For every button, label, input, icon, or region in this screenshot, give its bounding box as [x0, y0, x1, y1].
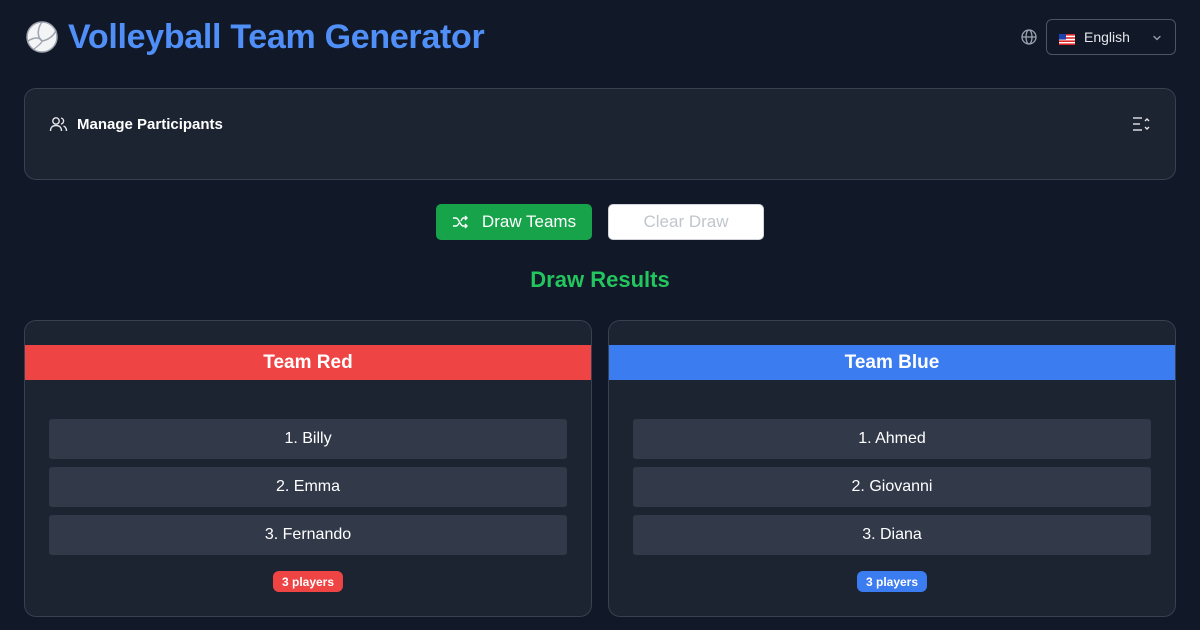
team-card-blue: Team Blue 1. Ahmed 2. Giovanni 3. Diana … [608, 320, 1176, 617]
team-card-red: Team Red 1. Billy 2. Emma 3. Fernando 3 … [24, 320, 592, 617]
player-row: 3. Diana [633, 515, 1151, 555]
participants-panel-header: Manage Participants [49, 113, 1151, 135]
player-row: 2. Emma [49, 467, 567, 507]
users-icon [49, 115, 68, 134]
draw-teams-label: Draw Teams [481, 212, 577, 231]
participants-panel: Manage Participants [24, 88, 1176, 180]
language-select[interactable]: English [1046, 19, 1176, 55]
chevron-down-icon [1151, 31, 1163, 43]
app-title: Volleyball Team Generator [68, 17, 485, 56]
us-flag-icon [1059, 32, 1075, 45]
list-sort-icon[interactable] [1131, 114, 1151, 134]
player-row: 1. Billy [49, 419, 567, 459]
team-name-banner: Team Red [25, 345, 591, 380]
draw-results-title: Draw Results [530, 267, 670, 292]
action-buttons: Draw Teams Clear Draw [0, 204, 1200, 240]
player-row: 1. Ahmed [633, 419, 1151, 459]
player-list: 1. Billy 2. Emma 3. Fernando [49, 419, 567, 563]
clear-draw-button[interactable]: Clear Draw [608, 204, 764, 240]
language-area: English [1020, 19, 1176, 55]
header: Volleyball Team Generator English [24, 14, 1176, 60]
clear-draw-label: Clear Draw [643, 212, 729, 231]
participants-toggle[interactable]: Manage Participants [49, 115, 223, 134]
player-list: 1. Ahmed 2. Giovanni 3. Diana [633, 419, 1151, 563]
title-wrap: Volleyball Team Generator [24, 17, 485, 57]
player-row: 2. Giovanni [633, 467, 1151, 507]
player-count-badge: 3 players [272, 571, 344, 592]
page: Volleyball Team Generator English Manage… [0, 0, 1200, 630]
shuffle-icon [452, 214, 468, 230]
player-row: 3. Fernando [49, 515, 567, 555]
draw-teams-button[interactable]: Draw Teams [436, 204, 592, 240]
volleyball-icon [24, 19, 60, 55]
player-count-badge: 3 players [856, 571, 928, 592]
team-name-banner: Team Blue [609, 345, 1175, 380]
globe-icon [1020, 28, 1038, 46]
language-label: English [1084, 29, 1130, 45]
participants-panel-title: Manage Participants [77, 115, 223, 133]
